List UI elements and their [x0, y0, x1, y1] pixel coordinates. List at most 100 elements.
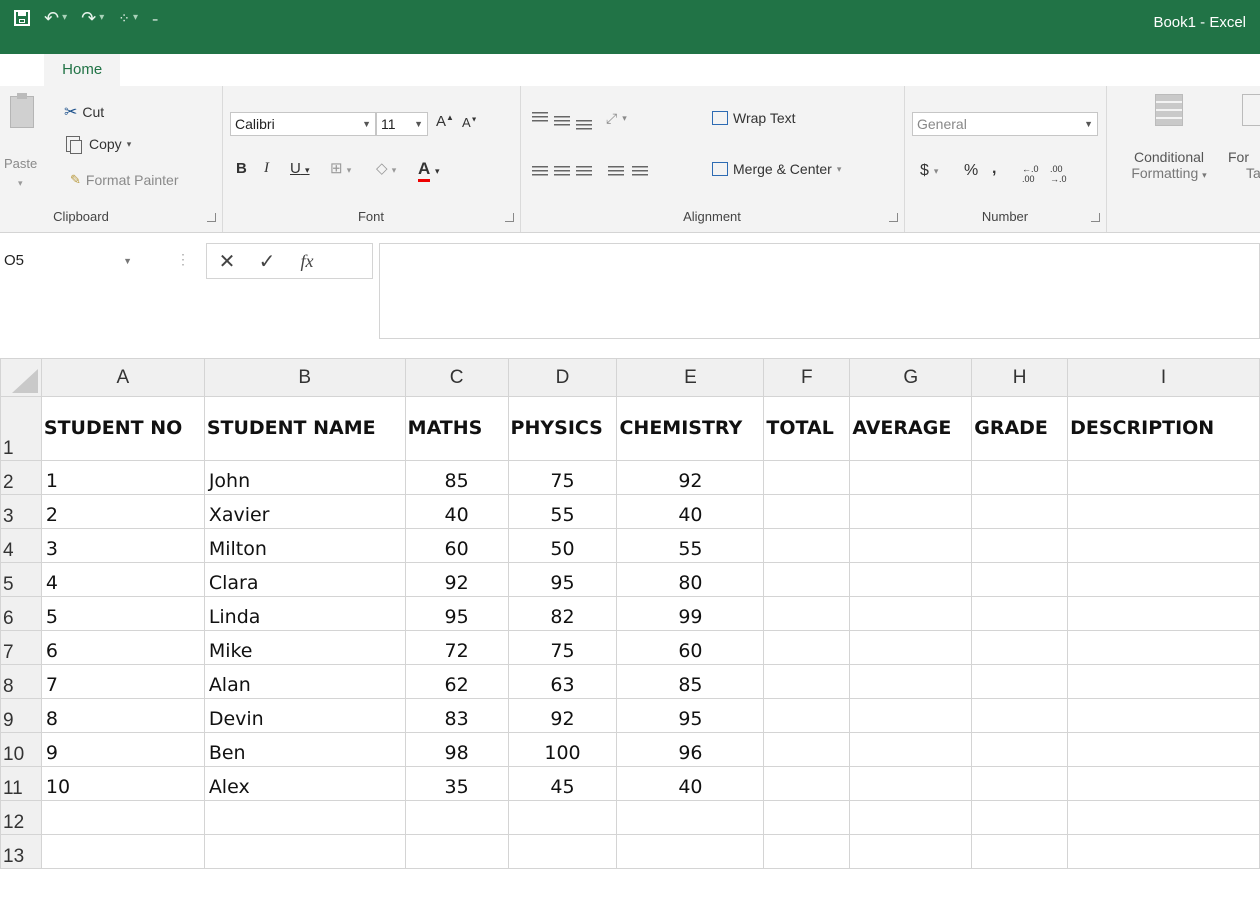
cell-f4[interactable] — [763, 528, 851, 563]
cell-h8[interactable] — [971, 664, 1069, 699]
cell-h11[interactable] — [971, 766, 1069, 801]
cell-h4[interactable] — [971, 528, 1069, 563]
tab-review[interactable]: Review — [455, 54, 532, 86]
cell-d8[interactable]: 63 — [507, 664, 618, 699]
cell-c7[interactable]: 72 — [404, 630, 509, 665]
cancel-button[interactable]: ✕ — [207, 249, 247, 274]
decrease-decimal-button[interactable]: .00 →.0 — [1050, 164, 1067, 184]
cell-e2[interactable]: 92 — [616, 460, 765, 495]
cell-f5[interactable] — [763, 562, 851, 597]
increase-decimal-button[interactable]: ←.0.00 — [1022, 164, 1039, 184]
cell-i1[interactable]: DESCRIPTION — [1067, 396, 1260, 461]
align-right-button[interactable] — [576, 166, 592, 178]
cell-a8[interactable]: 7 — [40, 664, 205, 699]
dialog-launcher-icon[interactable] — [1091, 213, 1100, 222]
cell-b6[interactable]: Linda — [203, 596, 406, 631]
cell-b8[interactable]: Alan — [203, 664, 406, 699]
tab-formulas[interactable]: Formulas — [299, 54, 390, 86]
cell-e8[interactable]: 85 — [616, 664, 765, 699]
cell-f3[interactable] — [763, 494, 851, 529]
select-all-button[interactable] — [0, 358, 42, 397]
cell-c8[interactable]: 62 — [404, 664, 509, 699]
cell-e9[interactable]: 95 — [616, 698, 765, 733]
cell-f1[interactable]: TOTAL — [763, 396, 851, 461]
merge-center-button[interactable]: Merge & Center ▾ — [712, 161, 841, 177]
cell-c5[interactable]: 92 — [404, 562, 509, 597]
align-middle-button[interactable] — [554, 116, 570, 128]
column-header-f[interactable]: F — [763, 358, 851, 397]
cell-b4[interactable]: Milton — [203, 528, 406, 563]
cell-a9[interactable]: 8 — [40, 698, 205, 733]
customize-qat-button[interactable]: ₌ — [152, 8, 158, 28]
cell-i8[interactable] — [1067, 664, 1260, 699]
cell-d10[interactable]: 100 — [507, 732, 618, 767]
cell-c4[interactable]: 60 — [404, 528, 509, 563]
cell-f8[interactable] — [763, 664, 851, 699]
italic-button[interactable]: I — [264, 160, 269, 177]
tab-view[interactable]: View — [532, 54, 604, 86]
borders-button[interactable]: ⊞ ▾ — [330, 159, 351, 177]
wrap-text-button[interactable]: Wrap Text — [712, 110, 796, 126]
column-header-g[interactable]: G — [849, 358, 973, 397]
cell-i3[interactable] — [1067, 494, 1260, 529]
cell-c11[interactable]: 35 — [404, 766, 509, 801]
cell-g11[interactable] — [849, 766, 973, 801]
align-center-button[interactable] — [554, 166, 570, 178]
cell-d7[interactable]: 75 — [507, 630, 618, 665]
cell-a2[interactable]: 1 — [40, 460, 205, 495]
cell-a5[interactable]: 4 — [40, 562, 205, 597]
dialog-launcher-icon[interactable] — [505, 213, 514, 222]
save-button[interactable] — [14, 10, 30, 26]
cell-f11[interactable] — [763, 766, 851, 801]
formula-input[interactable] — [379, 243, 1260, 339]
cell-h9[interactable] — [971, 698, 1069, 733]
row-header[interactable]: 1 — [0, 396, 42, 461]
cell-b3[interactable]: Xavier — [203, 494, 406, 529]
name-box[interactable]: O5 ▼ — [0, 244, 152, 278]
cell-g6[interactable] — [849, 596, 973, 631]
cell-c12[interactable] — [404, 800, 509, 835]
row-header[interactable]: 7 — [0, 630, 42, 665]
cut-button[interactable]: ✂ Cut — [64, 102, 104, 122]
cell-f12[interactable] — [763, 800, 851, 835]
cell-e5[interactable]: 80 — [616, 562, 765, 597]
cell-b7[interactable]: Mike — [203, 630, 406, 665]
row-header[interactable]: 6 — [0, 596, 42, 631]
column-header-i[interactable]: I — [1067, 358, 1260, 397]
touch-mode-button[interactable]: ⁘ ▾ — [118, 8, 138, 28]
cell-i9[interactable] — [1067, 698, 1260, 733]
orientation-button[interactable]: ⤢ ▾ — [606, 110, 627, 127]
cell-h7[interactable] — [971, 630, 1069, 665]
cell-g4[interactable] — [849, 528, 973, 563]
comma-button[interactable]: , — [992, 160, 996, 178]
tab-home[interactable]: Home — [44, 54, 121, 86]
cell-a11[interactable]: 10 — [40, 766, 205, 801]
cell-c2[interactable]: 85 — [404, 460, 509, 495]
cell-c9[interactable]: 83 — [404, 698, 509, 733]
cell-d2[interactable]: 75 — [507, 460, 618, 495]
number-format-select[interactable]: General ▼ — [912, 112, 1098, 136]
cell-e6[interactable]: 99 — [616, 596, 765, 631]
fill-color-button[interactable]: ◇ ▾ — [376, 159, 396, 177]
bold-button[interactable]: B — [236, 160, 247, 177]
font-size-select[interactable]: 11 ▼ — [376, 112, 428, 136]
shrink-font-button[interactable]: A▼ — [462, 115, 478, 130]
cell-d12[interactable] — [507, 800, 618, 835]
cell-a13[interactable] — [40, 834, 205, 869]
cell-g8[interactable] — [849, 664, 973, 699]
cell-g5[interactable] — [849, 562, 973, 597]
cell-f13[interactable] — [763, 834, 851, 869]
paste-button[interactable]: Paste ▾ — [0, 86, 50, 196]
cell-e1[interactable]: CHEMISTRY — [616, 396, 765, 461]
cell-g9[interactable] — [849, 698, 973, 733]
cell-a12[interactable] — [40, 800, 205, 835]
cell-b10[interactable]: Ben — [203, 732, 406, 767]
column-header-c[interactable]: C — [404, 358, 509, 397]
dialog-launcher-icon[interactable] — [889, 213, 898, 222]
row-header[interactable]: 5 — [0, 562, 42, 597]
cell-c6[interactable]: 95 — [404, 596, 509, 631]
cell-a7[interactable]: 6 — [40, 630, 205, 665]
cell-f9[interactable] — [763, 698, 851, 733]
formula-bar-grip[interactable]: ⋮ — [176, 251, 190, 268]
row-header[interactable]: 2 — [0, 460, 42, 495]
